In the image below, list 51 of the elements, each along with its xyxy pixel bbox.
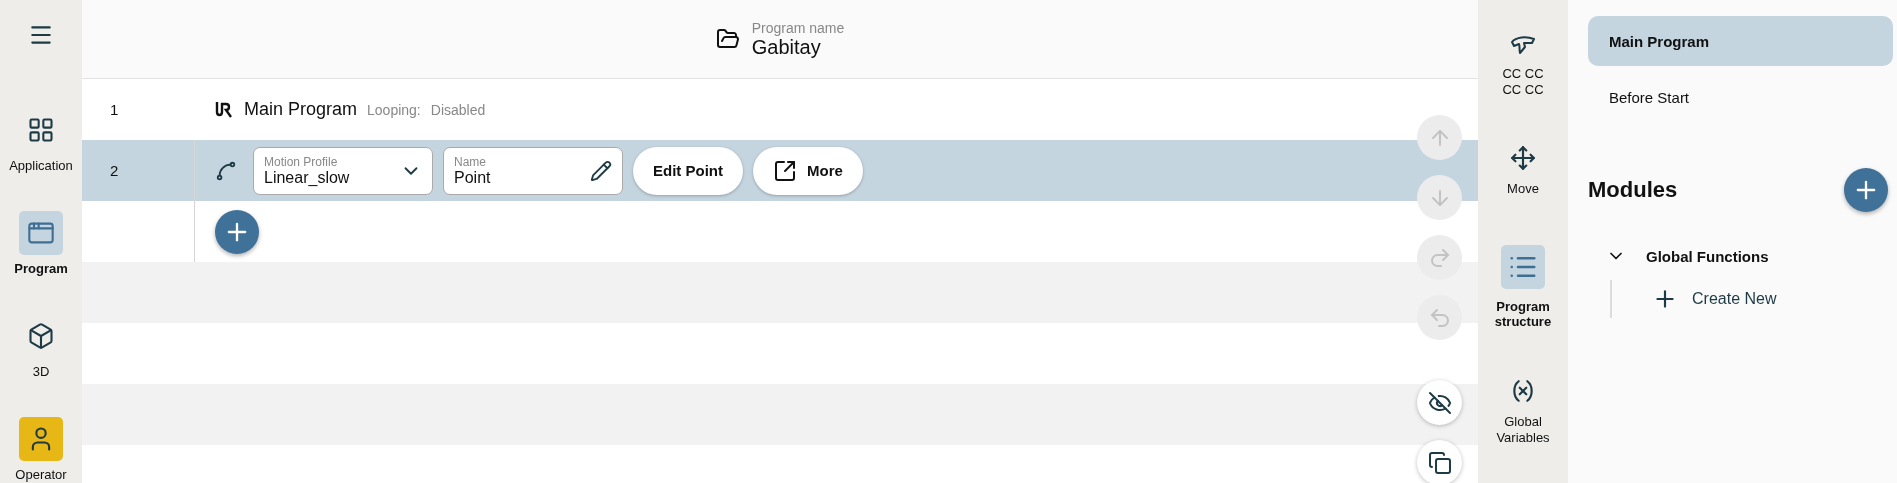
line-number: 1	[109, 101, 120, 118]
nav-item[interactable]: Program	[1, 211, 81, 276]
field-label: Name	[454, 154, 487, 169]
field-value: Linear_slow	[264, 168, 351, 187]
structure-tab[interactable]: Before Start	[1588, 72, 1893, 122]
edit-point-button[interactable]: Edit Point	[633, 146, 743, 195]
nav-label: Program	[14, 261, 68, 276]
looping-label: Looping:	[367, 101, 421, 118]
nav-label: Operator	[15, 467, 67, 482]
toolbar-item[interactable]: Global Variables	[1479, 377, 1567, 446]
nav-label: Application	[9, 158, 73, 173]
cube-icon	[27, 322, 55, 350]
toolbar-label: Move	[1507, 181, 1539, 197]
grid-icon	[27, 116, 55, 144]
field-label: Motion Profile	[264, 154, 339, 169]
variable-icon	[1510, 377, 1536, 404]
motion-profile-dropdown[interactable]: Motion Profile Linear_slow	[253, 146, 433, 195]
structure-tab[interactable]: Main Program	[1588, 16, 1893, 66]
path-icon	[215, 159, 237, 182]
pencil-icon	[590, 159, 612, 182]
field-value: Point	[454, 168, 492, 187]
program-name: Gabitay	[751, 35, 822, 59]
toolbar-label: Global Variables	[1495, 413, 1551, 446]
nav-label: 3D	[32, 364, 50, 379]
toolbar-item[interactable]: Move	[1479, 145, 1567, 197]
create-new-button[interactable]: Create New	[1652, 286, 1777, 312]
tree-node[interactable]: Global Functions	[1588, 246, 1769, 266]
eye-off-icon	[1427, 390, 1452, 415]
line-number: 2	[109, 162, 120, 179]
modules-heading: Modules	[1588, 177, 1678, 203]
nav-item[interactable]: Application	[1, 108, 81, 173]
toolbar-label: CC CC CC CC	[1502, 66, 1544, 98]
looping-value: Disabled	[430, 101, 486, 118]
gripper-icon	[1510, 34, 1536, 56]
program-title: Main Program	[244, 99, 358, 120]
name-field[interactable]: Name Point	[443, 146, 623, 195]
add-module-button[interactable]	[1844, 168, 1888, 212]
copy-icon	[1427, 450, 1452, 475]
nav-item[interactable]: Operator	[1, 417, 81, 482]
toolbar-item[interactable]: Program structure	[1479, 244, 1567, 330]
external-link-icon	[773, 158, 797, 183]
move-arrows-icon	[1510, 145, 1536, 172]
logo-icon	[214, 99, 234, 120]
more-button[interactable]: More	[753, 146, 863, 195]
nav-item[interactable]: 3D	[1, 314, 81, 379]
program-name-label: Program name	[751, 19, 845, 36]
toolbar-label: Program structure	[1493, 298, 1553, 330]
program-row[interactable]: 2 Motion Profile Linear_slow Name Point Edit Point More	[82, 140, 1478, 201]
toolbar-item[interactable]: CC CC CC CC	[1479, 34, 1567, 98]
add-button[interactable]	[215, 209, 259, 254]
folder-icon	[715, 27, 740, 51]
